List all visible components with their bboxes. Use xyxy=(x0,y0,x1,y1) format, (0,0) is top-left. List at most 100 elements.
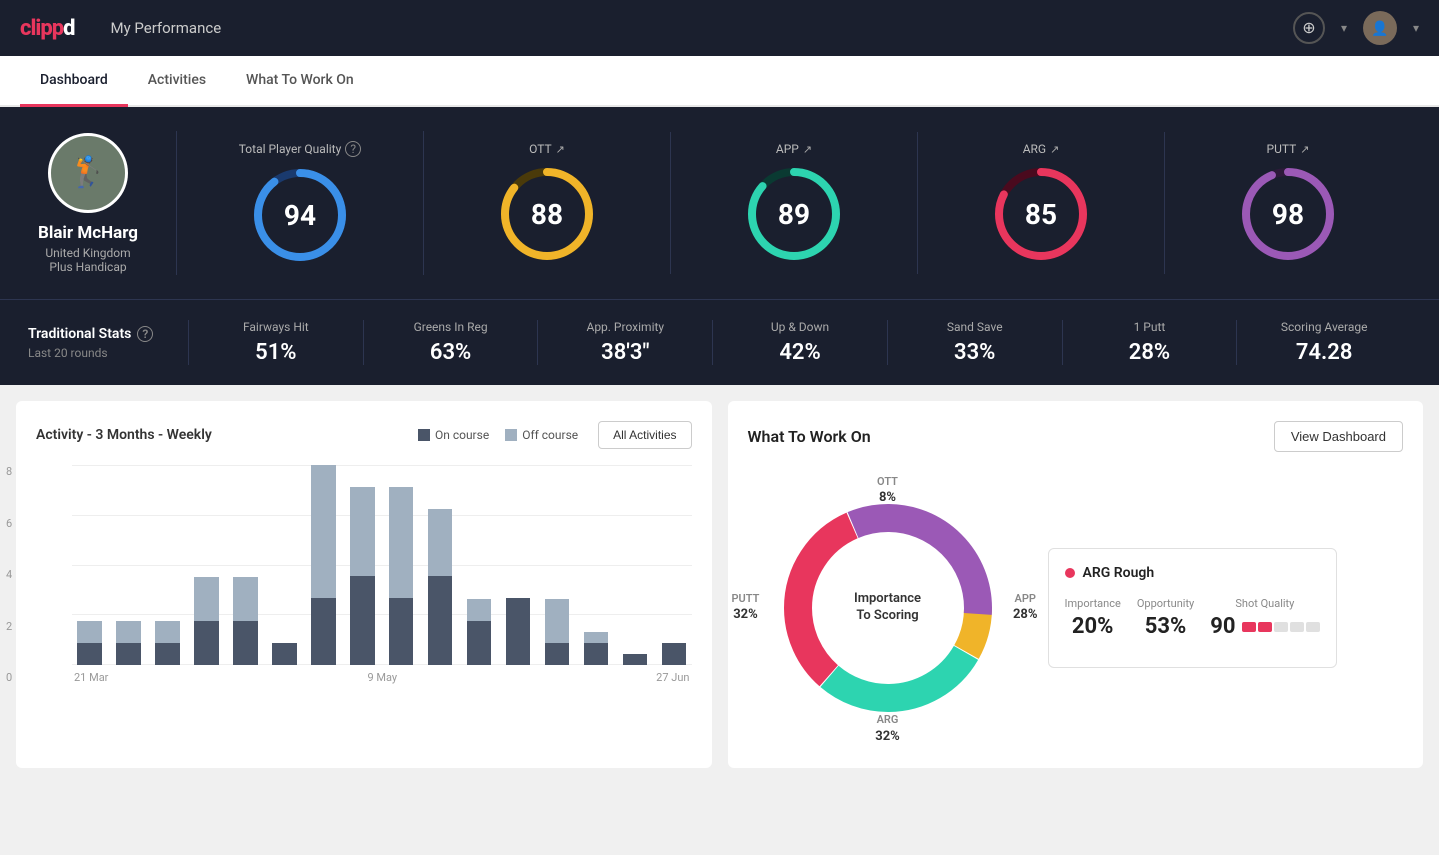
tab-dashboard[interactable]: Dashboard xyxy=(20,56,128,107)
bar-group xyxy=(501,465,536,665)
stat-up-down-label: Up & Down xyxy=(729,320,871,334)
bar-group xyxy=(150,465,185,665)
bar-off-course xyxy=(194,577,218,621)
on-course-dot xyxy=(418,429,430,441)
bar-group xyxy=(618,465,653,665)
bar-off-course xyxy=(545,599,569,643)
putt-arrow-icon: ↗ xyxy=(1300,143,1309,156)
nav-right: ⊕ ▾ 👤 ▾ xyxy=(1293,11,1419,45)
bar-group xyxy=(111,465,146,665)
bar-on-course xyxy=(116,643,140,665)
chart-title: Activity - 3 Months - Weekly xyxy=(36,427,212,443)
bar-seg-5 xyxy=(1306,622,1320,632)
stat-greens-in-reg: Greens In Reg 63% xyxy=(363,320,538,365)
donut-label-app: APP 28% xyxy=(1013,591,1038,625)
bar-group xyxy=(306,465,341,665)
bar-group xyxy=(579,465,614,665)
tab-what-to-work-on[interactable]: What To Work On xyxy=(226,56,374,107)
bar-on-course xyxy=(272,643,296,665)
total-quality-card: Total Player Quality ? 94 xyxy=(176,131,424,275)
total-quality-label: Total Player Quality ? xyxy=(239,141,362,157)
stat-up-down-value: 42% xyxy=(729,340,871,365)
wtwo-header: What To Work On View Dashboard xyxy=(748,421,1404,452)
shot-quality-bar xyxy=(1242,622,1320,632)
stat-app-proximity-value: 38'3" xyxy=(554,340,696,365)
app-label: APP ↗ xyxy=(776,142,812,156)
bar-group xyxy=(384,465,419,665)
total-quality-value: 94 xyxy=(284,199,316,232)
main-content: Activity - 3 Months - Weekly On course O… xyxy=(0,385,1439,784)
stat-app-proximity: App. Proximity 38'3" xyxy=(537,320,712,365)
stat-sand-save-value: 33% xyxy=(904,340,1046,365)
bar-on-course xyxy=(194,621,218,665)
trad-stats-label: Traditional Stats ? Last 20 rounds xyxy=(28,326,188,360)
bar-seg-2 xyxy=(1258,622,1272,632)
info-card-title: ARG Rough xyxy=(1065,565,1320,581)
bar-group xyxy=(540,465,575,665)
putt-value: 98 xyxy=(1272,198,1304,231)
bar-group xyxy=(72,465,107,665)
plus-icon: ⊕ xyxy=(1302,18,1315,38)
off-course-dot xyxy=(505,429,517,441)
what-to-work-on-panel: What To Work On View Dashboard Imp xyxy=(728,401,1424,768)
bar-on-course xyxy=(428,576,452,665)
logo: clippd xyxy=(20,16,74,41)
ott-circle: 88 xyxy=(497,164,597,264)
bar-group xyxy=(657,465,692,665)
legend-on-course: On course xyxy=(418,428,489,442)
bar-on-course xyxy=(155,643,179,665)
legend-off-course: Off course xyxy=(505,428,578,442)
donut-label-ott: OTT 8% xyxy=(877,474,898,508)
total-quality-help-icon[interactable]: ? xyxy=(345,141,361,157)
stat-app-proximity-label: App. Proximity xyxy=(554,320,696,334)
view-dashboard-button[interactable]: View Dashboard xyxy=(1274,421,1403,452)
app-value: 89 xyxy=(778,198,810,231)
bar-group xyxy=(462,465,497,665)
bar-off-course xyxy=(428,509,452,576)
bar-on-course xyxy=(311,598,335,665)
bar-chart xyxy=(72,465,692,665)
stat-sand-save-label: Sand Save xyxy=(904,320,1046,334)
ott-card: OTT ↗ 88 xyxy=(424,132,671,274)
app-arrow-icon: ↗ xyxy=(803,143,812,156)
avatar: 👤 xyxy=(1363,11,1397,45)
stat-fairways-hit: Fairways Hit 51% xyxy=(188,320,363,365)
player-handicap: Plus Handicap xyxy=(49,260,126,274)
all-activities-button[interactable]: All Activities xyxy=(598,421,691,449)
bar-group xyxy=(228,465,263,665)
bar-off-course xyxy=(155,621,179,643)
donut-label-putt: PUTT 32% xyxy=(732,591,760,625)
user-avatar-button[interactable]: 👤 xyxy=(1363,11,1397,45)
ott-value: 88 xyxy=(531,198,563,231)
info-metric-opportunity: Opportunity 53% xyxy=(1137,597,1194,639)
stat-scoring-avg-label: Scoring Average xyxy=(1253,320,1395,334)
ott-arrow-icon: ↗ xyxy=(556,143,565,156)
arg-arrow-icon: ↗ xyxy=(1050,143,1059,156)
bar-on-course xyxy=(623,654,647,665)
trad-stats-title: Traditional Stats ? xyxy=(28,326,188,342)
bar-on-course xyxy=(506,598,530,665)
arg-rough-info-card: ARG Rough Importance 20% Opportunity 53%… xyxy=(1048,548,1337,668)
bar-group xyxy=(189,465,224,665)
top-nav: clippd My Performance ⊕ ▾ 👤 ▾ xyxy=(0,0,1439,56)
stat-greens-value: 63% xyxy=(380,340,522,365)
chart-header: Activity - 3 Months - Weekly On course O… xyxy=(36,421,692,449)
bar-seg-4 xyxy=(1290,622,1304,632)
stat-greens-label: Greens In Reg xyxy=(380,320,522,334)
info-metrics: Importance 20% Opportunity 53% Shot Qual… xyxy=(1065,597,1320,639)
tab-activities[interactable]: Activities xyxy=(128,56,226,107)
activity-chart-panel: Activity - 3 Months - Weekly On course O… xyxy=(16,401,712,768)
bar-on-course xyxy=(77,643,101,665)
bar-off-course xyxy=(233,577,257,621)
trad-stats-help-icon[interactable]: ? xyxy=(137,326,153,342)
stat-fairways-hit-value: 51% xyxy=(205,340,347,365)
bar-off-course xyxy=(116,621,140,643)
add-dropdown-arrow: ▾ xyxy=(1341,21,1347,35)
bar-on-course xyxy=(662,643,686,665)
add-button[interactable]: ⊕ xyxy=(1293,12,1325,44)
chart-bars-container xyxy=(72,465,692,665)
avatar-dropdown-arrow: ▾ xyxy=(1413,21,1419,35)
player-info: 🏌️ Blair McHarg United Kingdom Plus Hand… xyxy=(28,133,148,274)
stat-scoring-average: Scoring Average 74.28 xyxy=(1236,320,1411,365)
stat-up-and-down: Up & Down 42% xyxy=(712,320,887,365)
